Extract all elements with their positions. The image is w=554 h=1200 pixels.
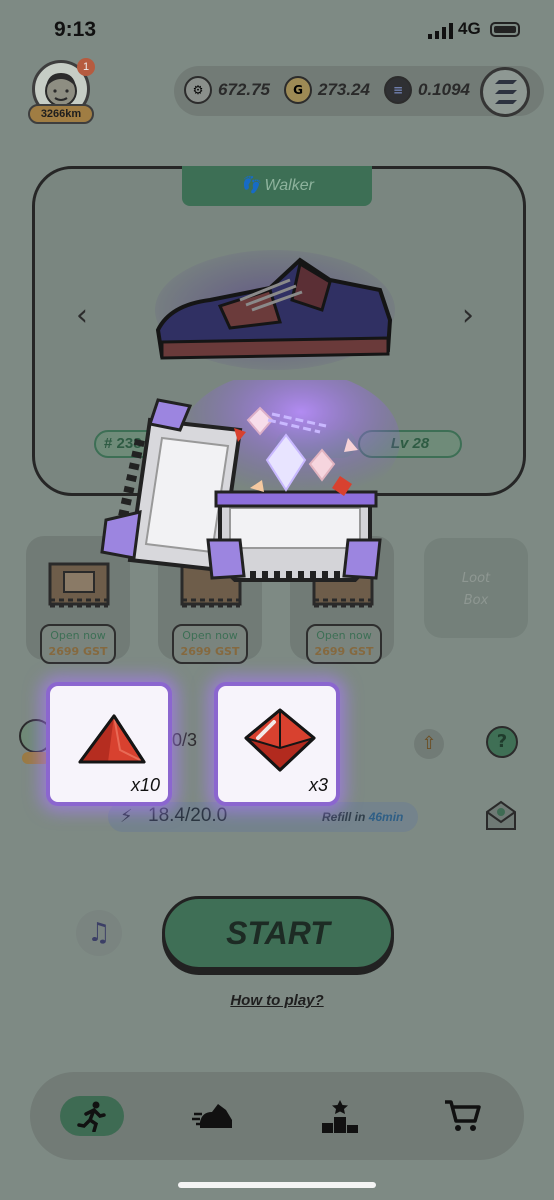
- distance-badge: 3266km: [28, 104, 94, 124]
- runner-icon: [77, 1101, 106, 1132]
- arrow-up-icon: ⇧: [421, 733, 437, 754]
- red-triangle-gem-icon: [78, 714, 146, 764]
- box-base: [206, 490, 382, 582]
- how-to-play-link[interactable]: How to play?: [0, 992, 554, 1009]
- next-sneaker-button[interactable]: ›: [462, 298, 474, 333]
- prev-sneaker-button[interactable]: ‹: [76, 298, 88, 333]
- reward-quantity: x3: [308, 775, 328, 795]
- gst-token-icon: G: [284, 76, 312, 104]
- status-time: 9:13: [54, 18, 97, 41]
- sol-balance: ≡ 0.1094: [384, 76, 470, 104]
- notification-badge: 1: [77, 58, 95, 76]
- open-now-label: Open now: [182, 629, 238, 642]
- reward-quantity: x10: [130, 775, 160, 795]
- refill-label: Refill in: [322, 810, 366, 824]
- tab-run[interactable]: [60, 1096, 124, 1136]
- network-type: 4G: [458, 19, 481, 38]
- empty-loot-label-1: Loot: [461, 571, 491, 586]
- battery-icon: [490, 22, 520, 37]
- open-now-button-2[interactable]: Open now 2699 GST: [172, 624, 248, 664]
- open-now-label: Open now: [50, 629, 106, 642]
- help-button[interactable]: ?: [486, 726, 518, 758]
- sol-balance-value: 0.1094: [418, 80, 470, 99]
- gst-balance-value: 273.24: [318, 80, 370, 99]
- mail-icon[interactable]: [484, 798, 518, 832]
- question-icon: ?: [496, 731, 508, 752]
- gmt-balance-value: 672.75: [218, 80, 270, 99]
- home-indicator: [178, 1182, 376, 1188]
- tab-leaderboard[interactable]: [308, 1096, 372, 1136]
- red-octahedron-gem-icon: [244, 708, 316, 772]
- empty-loot-slot: Loot Box: [424, 538, 528, 638]
- lightning-icon: ⚡: [120, 806, 133, 827]
- open-now-button-3[interactable]: Open now 2699 GST: [306, 624, 382, 664]
- sneaker-type-label: Walker: [264, 177, 314, 194]
- gst-balance: G 273.24: [284, 76, 370, 104]
- energy-value: 18.4/20.0: [148, 805, 228, 826]
- tab-marketplace[interactable]: [430, 1096, 494, 1136]
- sneaker-type-tab: 👣 Walker: [182, 166, 372, 206]
- empty-loot-label-2: Box: [463, 593, 489, 608]
- start-button[interactable]: START: [162, 896, 394, 970]
- cart-icon: [445, 1100, 481, 1131]
- gmt-balance: ⚙ 672.75: [184, 76, 270, 104]
- gmt-token-icon: ⚙: [184, 76, 212, 104]
- music-note-icon: ♫: [87, 918, 111, 948]
- upgrade-button[interactable]: ⇧: [414, 729, 444, 759]
- open-cost-label: 2699 GST: [48, 645, 108, 658]
- sneaker-icon: [192, 1104, 232, 1128]
- podium-icon: [322, 1100, 358, 1133]
- open-now-button-1[interactable]: Open now 2699 GST: [40, 624, 116, 664]
- solana-icon: [495, 80, 517, 104]
- refill-time: 46min: [368, 810, 404, 824]
- walker-icon: 👣: [240, 177, 265, 194]
- open-cost-label: 2699 GST: [180, 645, 240, 658]
- signal-icon: [428, 23, 453, 39]
- refill-timer: Refill in 46min: [322, 810, 403, 824]
- opened-mystery-box: [100, 380, 400, 582]
- music-button[interactable]: ♫: [76, 910, 122, 956]
- reward-card-2: x3: [214, 682, 340, 806]
- sol-token-icon: ≡: [384, 76, 412, 104]
- open-now-label: Open now: [316, 629, 372, 642]
- tab-sneakers[interactable]: [182, 1096, 246, 1136]
- reward-card-1: x10: [46, 682, 172, 806]
- wallet-button[interactable]: [480, 67, 530, 117]
- stat-partial-value: 0/3: [172, 730, 198, 750]
- sneaker-image: [155, 250, 395, 370]
- open-cost-label: 2699 GST: [314, 645, 374, 658]
